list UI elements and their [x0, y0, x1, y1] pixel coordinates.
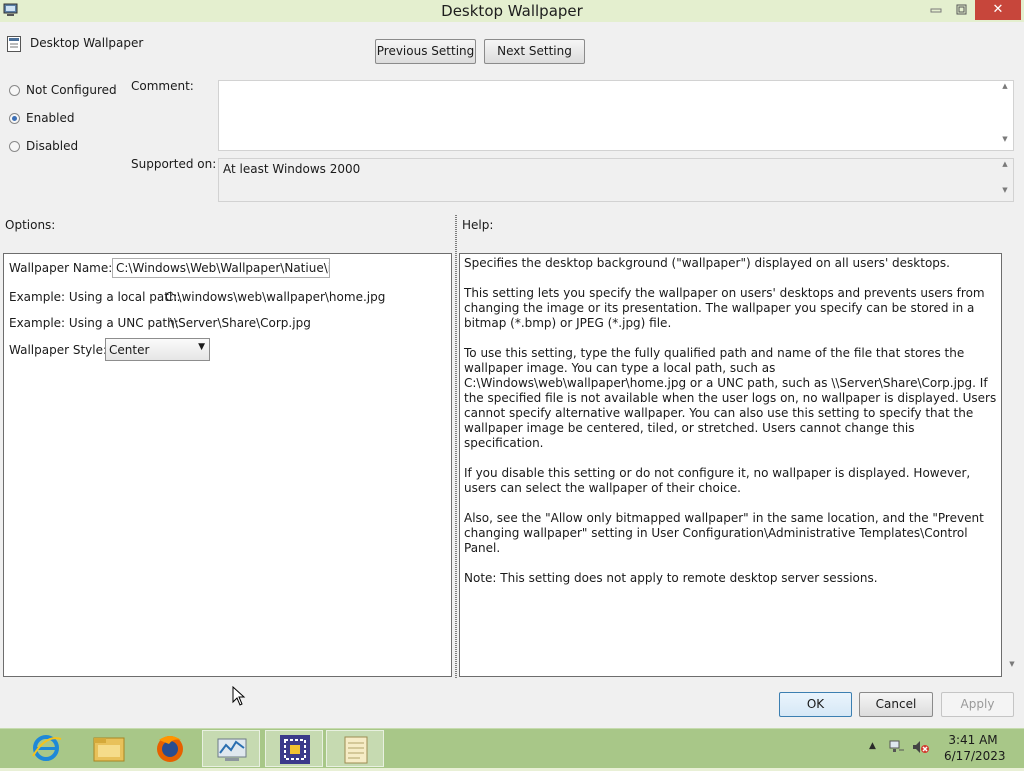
chevron-down-icon: ▼ [198, 342, 205, 352]
taskbar-file-explorer[interactable] [80, 730, 138, 767]
help-paragraph: Also, see the "Allow only bitmapped wall… [464, 511, 984, 555]
clock-time[interactable]: 3:41 AM [944, 733, 1002, 747]
close-icon: ✕ [992, 2, 1004, 17]
policy-setting-icon [7, 36, 21, 52]
help-paragraph: This setting lets you specify the wallpa… [464, 286, 985, 330]
restore-icon [956, 4, 967, 15]
scroll-down-icon[interactable]: ▼ [1004, 660, 1020, 668]
unc-path-example-label: Example: Using a UNC path: [9, 316, 179, 330]
help-text: Specifies the desktop background ("wallp… [464, 256, 997, 601]
help-scrollbar[interactable]: ▼ [1004, 660, 1020, 674]
taskbar-notepad[interactable] [326, 730, 384, 767]
panel-splitter[interactable] [455, 215, 457, 678]
supported-scrollbar[interactable]: ▲ ▼ [997, 160, 1013, 200]
radio-button[interactable] [9, 141, 20, 152]
supported-on-value: At least Windows 2000 [223, 162, 361, 176]
taskbar-firefox[interactable] [141, 730, 199, 767]
scroll-up-icon[interactable]: ▲ [997, 160, 1013, 168]
radio-label: Enabled [26, 111, 75, 125]
wallpaper-style-label: Wallpaper Style: [9, 343, 108, 357]
radio-label: Not Configured [26, 83, 117, 97]
wallpaper-name-label: Wallpaper Name: [9, 261, 113, 275]
show-hidden-icons-icon[interactable]: ▲ [869, 741, 876, 751]
wallpaper-name-input[interactable]: C:\Windows\Web\Wallpaper\Natiue\img [112, 258, 330, 278]
taskbar-internet-explorer[interactable] [17, 730, 75, 767]
internet-explorer-icon [32, 735, 62, 761]
file-explorer-icon [93, 737, 125, 762]
wallpaper-style-value: Center [109, 343, 150, 357]
apply-button[interactable]: Apply [941, 692, 1014, 717]
help-section-label: Help: [462, 218, 494, 232]
local-path-example-value: C:\windows\web\wallpaper\home.jpg [165, 290, 386, 304]
help-paragraph: To use this setting, type the fully qual… [464, 346, 997, 450]
volume-muted-icon[interactable] [912, 740, 930, 754]
comment-scrollbar[interactable]: ▲ ▼ [997, 82, 1013, 149]
help-paragraph: Note: This setting does not apply to rem… [464, 571, 878, 585]
radio-label: Disabled [26, 139, 79, 153]
notepad-icon [344, 736, 368, 764]
local-path-example-label: Example: Using a local path: [9, 290, 181, 304]
minimize-button[interactable] [922, 0, 950, 20]
window-title: Desktop Wallpaper [441, 2, 583, 20]
cancel-button[interactable]: Cancel [859, 692, 933, 717]
radio-button[interactable] [9, 113, 20, 124]
taskbar-performance-monitor[interactable] [202, 730, 260, 767]
group-policy-editor-icon [280, 735, 310, 764]
clock-date[interactable]: 6/17/2023 [944, 749, 1006, 763]
scroll-down-icon[interactable]: ▼ [997, 135, 1013, 143]
ok-button[interactable]: OK [779, 692, 852, 717]
unc-path-example-value: \\Server\Share\Corp.jpg [170, 316, 311, 330]
mouse-cursor-icon [232, 686, 246, 706]
taskbar-group-policy-editor[interactable] [265, 730, 323, 767]
radio-button[interactable] [9, 85, 20, 96]
setting-name: Desktop Wallpaper [30, 36, 144, 50]
comment-label: Comment: [131, 79, 194, 93]
scroll-up-icon[interactable]: ▲ [997, 82, 1013, 90]
performance-monitor-icon [217, 738, 247, 761]
wallpaper-style-dropdown[interactable]: Center ▼ [105, 338, 210, 361]
previous-setting-button[interactable]: Previous Setting [375, 39, 476, 64]
supported-on-label: Supported on: [131, 157, 217, 171]
options-section-label: Options: [5, 218, 56, 232]
restore-button[interactable] [950, 0, 974, 20]
next-setting-button[interactable]: Next Setting [484, 39, 585, 64]
help-paragraph: If you disable this setting or do not co… [464, 466, 971, 495]
comment-textarea[interactable] [218, 80, 1014, 151]
minimize-icon [930, 8, 942, 13]
network-icon[interactable] [889, 740, 905, 754]
firefox-icon [157, 736, 183, 762]
help-paragraph: Specifies the desktop background ("wallp… [464, 256, 950, 270]
close-button[interactable]: ✕ [975, 0, 1021, 20]
scroll-down-icon[interactable]: ▼ [997, 186, 1013, 194]
